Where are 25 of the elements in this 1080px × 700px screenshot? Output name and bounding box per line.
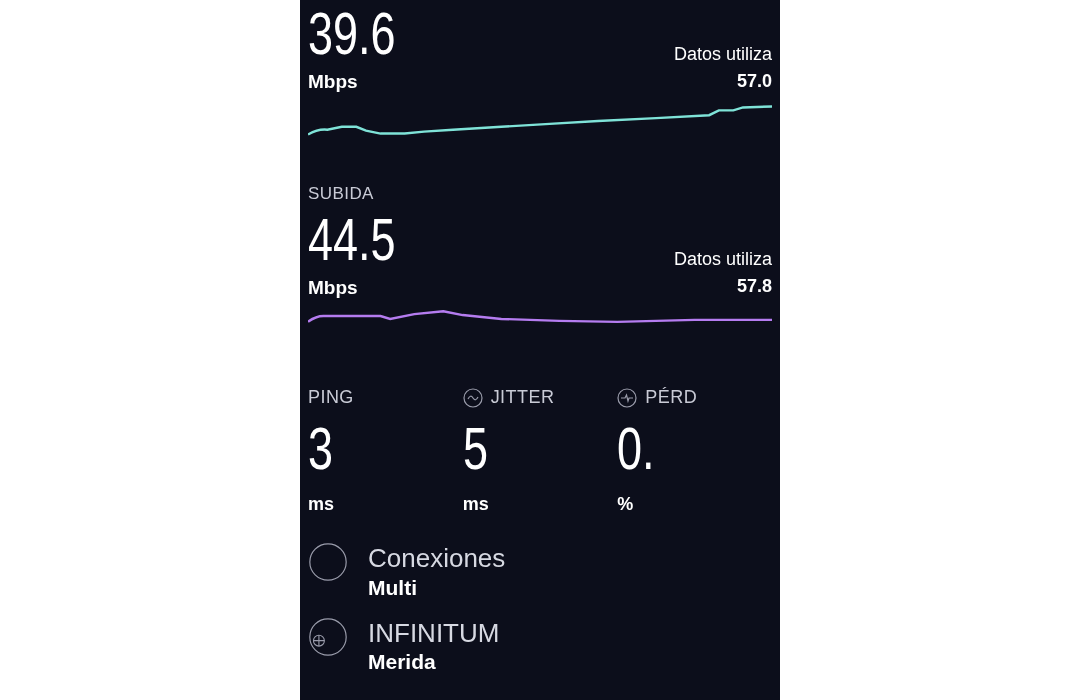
metric-label: JITTER (490, 386, 555, 409)
metric-value: 3 (308, 419, 335, 479)
pulse-circle-icon (617, 387, 638, 408)
metric-unit: ms (308, 493, 335, 516)
detail-title: Conexiones (368, 542, 506, 575)
data-used-value: 57.8 (736, 275, 772, 298)
section-label: SUBIDA (308, 184, 375, 202)
metric-label: PING (308, 386, 354, 409)
data-used-value: 57.0 (736, 69, 772, 93)
speed-value: 39.6 (308, 4, 396, 64)
metric-label: PÉRD (645, 386, 698, 409)
wave-circle-icon (462, 387, 483, 408)
circle-icon (308, 542, 348, 582)
detail-value: Merida (368, 649, 437, 676)
metric-unit: % (617, 493, 635, 516)
data-used-label: Datos utiliza (673, 42, 772, 66)
detail-title: INFINITUM (368, 616, 500, 650)
speed-unit: Mbps (308, 70, 359, 94)
metric-unit: ms (462, 493, 490, 516)
metric-value: 5 (462, 419, 489, 479)
speed-unit: Mbps (308, 275, 359, 300)
speed-value: 44.5 (308, 209, 396, 270)
data-used-label: Datos utiliza (673, 248, 772, 271)
metric-value: 0. (617, 419, 656, 479)
detail-value: Multi (368, 574, 418, 601)
